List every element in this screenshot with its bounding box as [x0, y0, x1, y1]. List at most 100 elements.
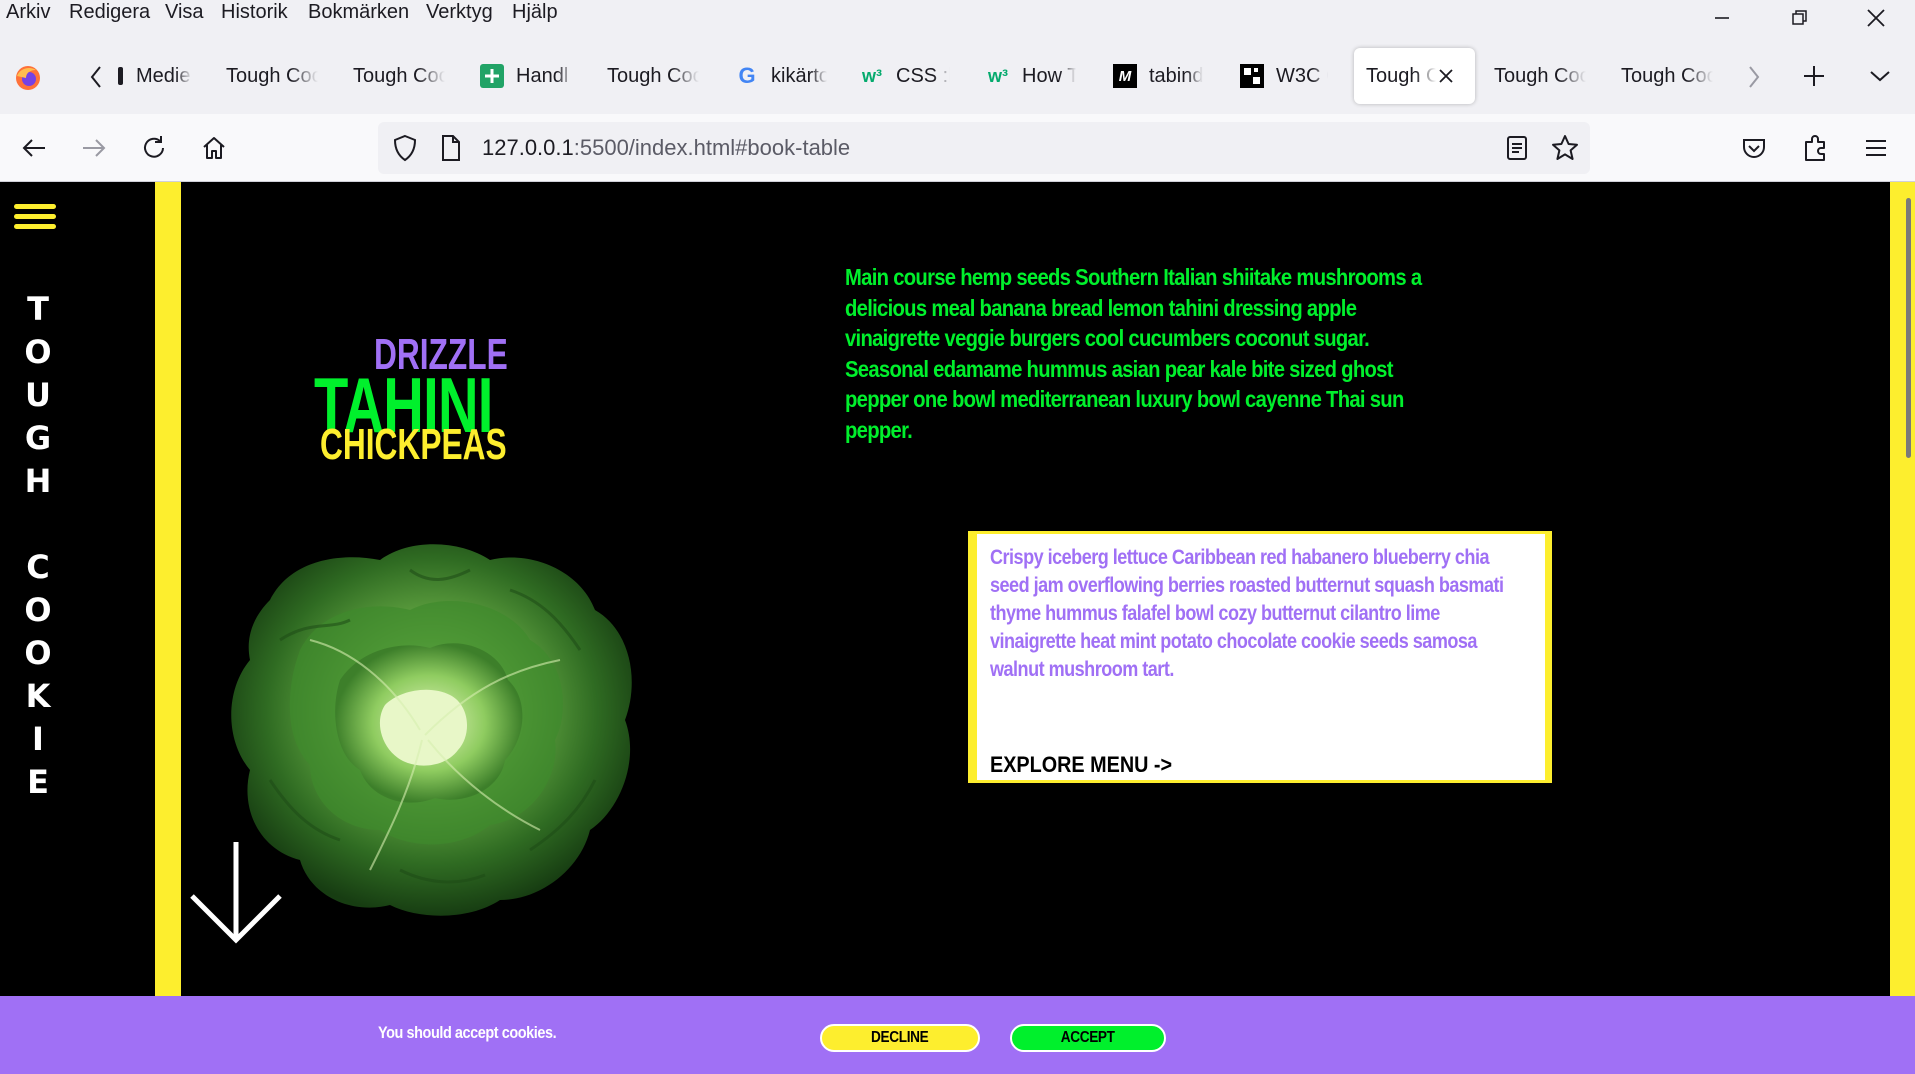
reader-view-icon[interactable] — [1506, 135, 1528, 161]
tab-bar: Medie Tough Coo Tough Coo Handl Tough Co… — [0, 44, 1915, 114]
menu-arkiv[interactable]: Arkiv — [6, 0, 50, 24]
green-plus-icon — [480, 64, 504, 88]
home-button[interactable] — [194, 128, 234, 168]
logo-letter: I — [32, 720, 44, 758]
tab-item[interactable]: Handl — [480, 48, 586, 104]
card-paragraph: Crispy iceberg lettuce Caribbean red hab… — [990, 546, 1504, 681]
puzzle-icon — [1805, 135, 1825, 161]
tab-title: Handl — [516, 64, 569, 87]
home-icon — [203, 137, 225, 159]
accept-button[interactable]: ACCEPT — [1010, 1024, 1166, 1052]
url-host: 127.0.0.1 — [482, 135, 574, 160]
side-nav: T O U G H C O O K I E — [0, 182, 155, 1074]
restore-button[interactable] — [1770, 0, 1830, 36]
tab-title: Medie — [136, 64, 191, 87]
intro-paragraph: Main course hemp seeds Southern Italian … — [845, 264, 1422, 443]
shield-icon[interactable] — [392, 134, 418, 162]
tab-item[interactable]: w³ How T — [986, 48, 1086, 104]
tab-title: Tough C — [1366, 64, 1436, 87]
minimize-icon — [1715, 17, 1729, 19]
app-menu-button[interactable] — [1856, 128, 1896, 168]
logo-letter: G — [24, 419, 52, 457]
minimize-button[interactable] — [1692, 0, 1752, 36]
close-tab-icon[interactable] — [1438, 68, 1454, 84]
logo-letter: O — [24, 634, 52, 672]
logo-letter: O — [24, 591, 52, 629]
back-button[interactable] — [14, 128, 54, 168]
yellow-divider — [155, 182, 181, 1074]
yellow-divider — [1890, 182, 1915, 1074]
tab-scroll-left-button[interactable] — [86, 62, 106, 97]
site-logo[interactable]: T O U G H C O O K I E — [20, 288, 56, 804]
page-scrollbar[interactable] — [1906, 198, 1911, 458]
arrow-down-icon[interactable] — [186, 838, 286, 948]
tab-title: W3C C — [1276, 64, 1328, 87]
accept-label: ACCEPT — [1061, 1029, 1115, 1046]
page-icon[interactable] — [440, 134, 462, 162]
tab-title: Tough Coo — [353, 64, 445, 87]
tab-title: tabind — [1149, 64, 1203, 87]
decline-label: DECLINE — [871, 1029, 929, 1046]
tab-item[interactable]: Tough Coo — [353, 48, 453, 104]
reload-button[interactable] — [134, 128, 174, 168]
menu-redigera[interactable]: Redigera — [69, 0, 150, 24]
bookmark-star-icon[interactable] — [1551, 134, 1579, 162]
menu-card: Crispy iceberg lettuce Caribbean red hab… — [968, 531, 1552, 783]
firefox-icon — [16, 66, 40, 90]
w3schools-icon: w³ — [988, 65, 1008, 86]
google-icon: G — [738, 63, 756, 88]
menu-bokmarken[interactable]: Bokmärken — [308, 0, 409, 24]
logo-letter: K — [25, 677, 51, 715]
restore-icon — [1792, 10, 1807, 25]
address-bar[interactable]: 127.0.0.1:5500/index.html#book-table — [378, 122, 1590, 174]
chevron-right-icon — [1749, 66, 1760, 88]
app-menubar: Arkiv Redigera Visa Historik Bokmärken V… — [0, 0, 1915, 44]
tab-title: How T — [1022, 64, 1076, 87]
new-tab-button[interactable] — [1802, 64, 1826, 93]
chevron-down-icon — [1870, 71, 1890, 82]
logo-letter: H — [24, 462, 52, 500]
tab-item-active[interactable]: Tough C — [1354, 48, 1475, 104]
menu-verktyg[interactable]: Verktyg — [426, 0, 493, 24]
menu-visa[interactable]: Visa — [165, 0, 204, 24]
pocket-icon — [1743, 139, 1765, 158]
close-icon — [1867, 9, 1885, 27]
list-all-tabs-button[interactable] — [1868, 66, 1892, 91]
tab-title: Tough Coo — [1494, 64, 1586, 87]
firefox-menu-button[interactable] — [14, 64, 42, 97]
url-text[interactable]: 127.0.0.1:5500/index.html#book-table — [482, 135, 850, 161]
tab-scroll-right-button[interactable] — [1744, 62, 1764, 97]
close-window-button[interactable] — [1846, 0, 1906, 36]
cookie-banner: You should accept cookies. DECLINE ACCEP… — [0, 996, 1915, 1074]
logo-letter-space — [20, 503, 56, 546]
tab-item[interactable]: Tough Coo — [607, 48, 707, 104]
arrow-left-icon — [22, 139, 45, 157]
tab-item[interactable]: Tough Coo — [226, 48, 326, 104]
cookie-message: You should accept cookies. — [378, 1023, 557, 1042]
chevron-left-icon — [90, 66, 101, 88]
w3schools-icon: w³ — [862, 65, 882, 86]
forward-button[interactable] — [74, 128, 114, 168]
pocket-button[interactable] — [1734, 128, 1774, 168]
tab-item[interactable]: Tough Coo — [1621, 48, 1721, 104]
menu-hjalp[interactable]: Hjälp — [512, 0, 558, 24]
tab-item[interactable]: G kikärto — [735, 48, 835, 104]
tab-item[interactable]: W3C C — [1240, 48, 1340, 104]
logo-letter: C — [26, 548, 50, 586]
menu-historik[interactable]: Historik — [221, 0, 288, 24]
hamburger-menu-icon — [1866, 140, 1886, 156]
tab-item[interactable]: Medie — [118, 48, 198, 104]
tab-title: Tough Coo — [607, 64, 699, 87]
mdn-icon: M — [1113, 64, 1137, 88]
decline-button[interactable]: DECLINE — [820, 1024, 980, 1052]
tab-title: CSS :h — [896, 64, 950, 87]
w3c-icon — [1240, 64, 1264, 88]
reload-icon — [144, 136, 164, 158]
extensions-button[interactable] — [1795, 128, 1835, 168]
tab-item[interactable]: w³ CSS :h — [860, 48, 960, 104]
explore-menu-link[interactable]: EXPLORE MENU -> — [990, 752, 1172, 778]
tab-item[interactable]: M tabind — [1113, 48, 1213, 104]
tab-item[interactable]: Tough Coo — [1494, 48, 1594, 104]
logo-letter: U — [25, 376, 51, 414]
hamburger-menu-icon[interactable] — [0, 204, 70, 236]
